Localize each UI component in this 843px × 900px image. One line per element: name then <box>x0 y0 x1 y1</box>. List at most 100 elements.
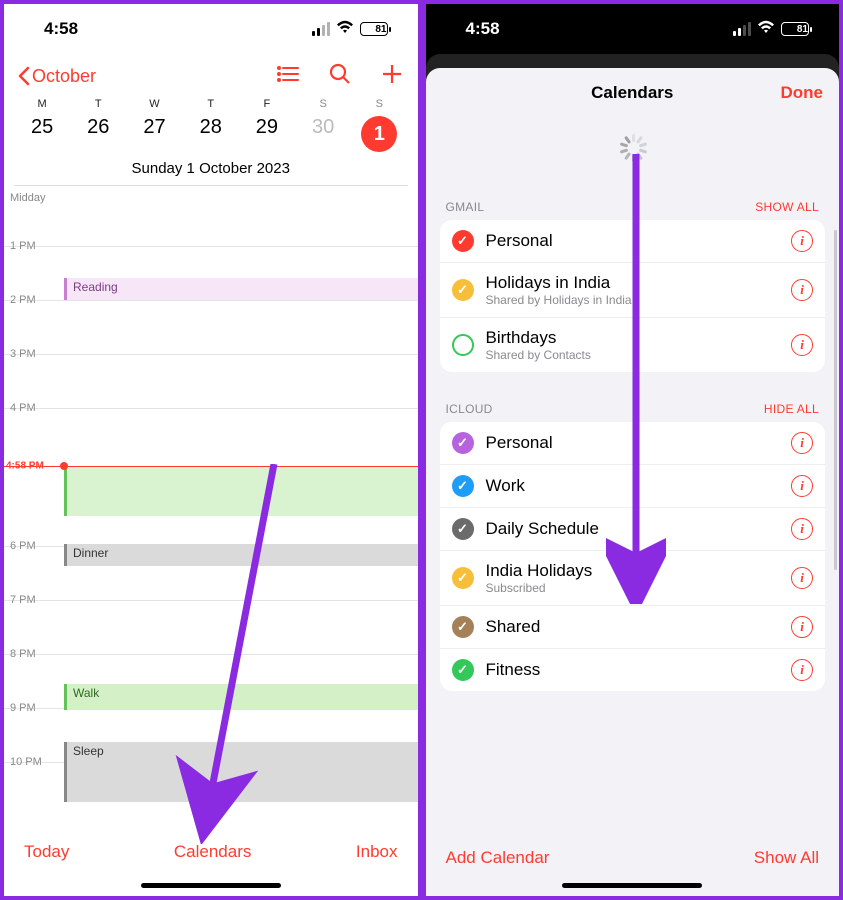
dow: T <box>183 98 239 110</box>
date-cell[interactable]: 30 <box>295 116 351 152</box>
nav-row: October <box>4 54 418 98</box>
scroll-indicator <box>834 230 837 570</box>
wifi-icon <box>757 20 775 39</box>
date-cell[interactable]: 27 <box>126 116 182 152</box>
calendar-name: Personal <box>486 231 780 251</box>
status-right-cluster: 81 <box>733 20 809 39</box>
calendar-checkmark-icon[interactable] <box>452 230 474 252</box>
current-time-label: 4:58 PM <box>6 461 44 472</box>
selected-full-date: Sunday 1 October 2023 <box>14 160 408 186</box>
midday-label: Midday <box>10 192 45 204</box>
dates-row: 25 26 27 28 29 30 1 <box>14 116 408 152</box>
calendars-sheet: Calendars Done GMAIL SHOW ALL PersonaliH… <box>426 68 840 896</box>
today-button[interactable]: Today <box>24 842 69 862</box>
date-cell[interactable]: 26 <box>70 116 126 152</box>
inbox-button[interactable]: Inbox <box>356 842 398 862</box>
show-all-calendars-button[interactable]: Show All <box>754 848 819 868</box>
date-cell-selected[interactable]: 1 <box>351 116 407 152</box>
hour-label: 3 PM <box>10 348 36 360</box>
icloud-calendars-card: PersonaliWorkiDaily ScheduleiIndia Holid… <box>440 422 826 691</box>
home-indicator[interactable] <box>141 883 281 888</box>
calendar-name: Fitness <box>486 660 780 680</box>
calendar-checkmark-icon[interactable] <box>452 518 474 540</box>
status-time: 4:58 <box>466 19 500 39</box>
calendars-button[interactable]: Calendars <box>174 842 252 862</box>
sheet-title: Calendars <box>591 83 673 103</box>
event-block-current[interactable] <box>64 466 418 516</box>
dow: S <box>295 98 351 110</box>
show-all-button[interactable]: SHOW ALL <box>755 200 819 214</box>
calendar-list-scroll[interactable]: GMAIL SHOW ALL PersonaliHolidays in Indi… <box>426 170 840 834</box>
day-of-week-row: M T W T F S S <box>14 98 408 110</box>
calendar-checkmark-icon[interactable] <box>452 432 474 454</box>
date-cell[interactable]: 29 <box>239 116 295 152</box>
list-view-icon[interactable] <box>276 62 300 91</box>
calendar-row[interactable]: Holidays in IndiaShared by Holidays in I… <box>440 263 826 318</box>
event-block[interactable]: Reading <box>64 278 418 300</box>
day-timeline[interactable]: Midday 1 PM 2 PM 3 PM 4 PM 6 PM 7 PM 8 P… <box>4 186 418 826</box>
calendar-row[interactable]: Personal i <box>440 220 826 263</box>
done-button[interactable]: Done <box>781 83 824 103</box>
hide-all-button[interactable]: HIDE ALL <box>764 402 819 416</box>
calendar-info-icon[interactable]: i <box>791 230 813 252</box>
calendar-checkmark-icon[interactable] <box>452 334 474 356</box>
add-event-icon[interactable] <box>380 62 404 91</box>
hour-label: 6 PM <box>10 540 36 552</box>
calendar-subtitle: Shared by Contacts <box>486 348 780 362</box>
calendar-row[interactable]: Daily Schedulei <box>440 508 826 551</box>
nav-icon-group <box>276 62 404 91</box>
calendar-name: Holidays in India <box>486 273 780 293</box>
phone-calendar-day-view: 4:58 81 October <box>0 0 422 900</box>
calendar-subtitle: Subscribed <box>486 581 780 595</box>
hour-label: 8 PM <box>10 648 36 660</box>
event-block[interactable]: Walk <box>64 684 418 710</box>
wifi-icon <box>336 20 354 39</box>
calendar-row[interactable]: India HolidaysSubscribed i <box>440 551 826 606</box>
calendar-row[interactable]: BirthdaysShared by Contacts i <box>440 318 826 372</box>
battery-icon: 81 <box>781 22 809 36</box>
calendar-row[interactable]: Personali <box>440 422 826 465</box>
calendar-checkmark-icon[interactable] <box>452 567 474 589</box>
calendar-name: Birthdays <box>486 328 780 348</box>
add-calendar-button[interactable]: Add Calendar <box>446 848 550 868</box>
calendar-checkmark-icon[interactable] <box>452 279 474 301</box>
event-block[interactable]: Sleep <box>64 742 418 802</box>
back-label: October <box>32 66 96 87</box>
calendar-info-icon[interactable]: i <box>791 567 813 589</box>
date-cell[interactable]: 25 <box>14 116 70 152</box>
calendar-subtitle: Shared by Holidays in India <box>486 293 780 307</box>
loading-spinner-icon <box>618 134 646 162</box>
hour-label: 9 PM <box>10 702 36 714</box>
calendar-row[interactable]: Worki <box>440 465 826 508</box>
calendar-info-icon[interactable]: i <box>791 518 813 540</box>
calendar-row[interactable]: Sharedi <box>440 606 826 649</box>
calendar-info-icon[interactable]: i <box>791 659 813 681</box>
week-header: M T W T F S S 25 26 27 28 29 30 1 Sunday… <box>4 98 418 186</box>
calendar-checkmark-icon[interactable] <box>452 616 474 638</box>
section-label: ICLOUD <box>446 402 493 416</box>
hour-label: 1 PM <box>10 240 36 252</box>
calendar-info-icon[interactable]: i <box>791 279 813 301</box>
hour-label: 2 PM <box>10 294 36 306</box>
event-block[interactable]: Dinner <box>64 544 418 566</box>
calendar-name: India Holidays <box>486 561 780 581</box>
calendar-name: Work <box>486 476 780 496</box>
section-header-icloud: ICLOUD HIDE ALL <box>440 372 826 422</box>
calendar-row[interactable]: Fitness i <box>440 649 826 691</box>
back-button[interactable]: October <box>18 66 96 87</box>
calendar-info-icon[interactable]: i <box>791 475 813 497</box>
calendar-name: Shared <box>486 617 780 637</box>
date-cell[interactable]: 28 <box>183 116 239 152</box>
search-icon[interactable] <box>328 62 352 91</box>
calendar-info-icon[interactable]: i <box>791 334 813 356</box>
calendar-info-icon[interactable]: i <box>791 432 813 454</box>
home-indicator[interactable] <box>562 883 702 888</box>
calendar-checkmark-icon[interactable] <box>452 659 474 681</box>
sheet-header: Calendars Done <box>426 68 840 118</box>
cellular-signal-icon <box>733 22 751 36</box>
gmail-calendars-card: PersonaliHolidays in IndiaShared by Holi… <box>440 220 826 372</box>
calendar-info-icon[interactable]: i <box>791 616 813 638</box>
current-time-indicator <box>4 466 418 467</box>
status-bar: 4:58 81 <box>4 4 418 54</box>
calendar-checkmark-icon[interactable] <box>452 475 474 497</box>
